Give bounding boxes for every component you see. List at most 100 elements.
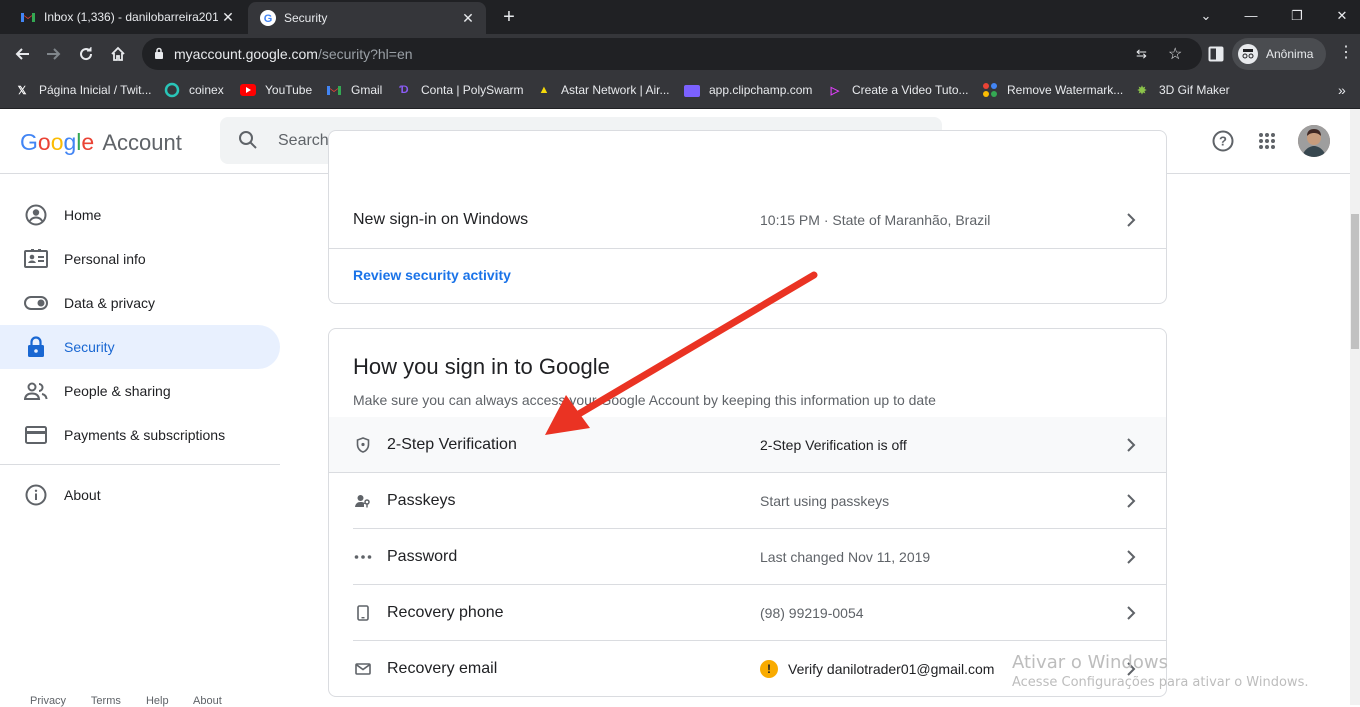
sidebar-item-about[interactable]: About: [0, 473, 280, 517]
bookmark-label: Página Inicial / Twit...: [39, 83, 152, 97]
card-title: How you sign in to Google: [353, 354, 610, 379]
chevron-right-icon: [1121, 491, 1141, 511]
translate-icon[interactable]: ⇆: [1136, 46, 1147, 62]
bookmark-gmail[interactable]: Gmail: [326, 74, 382, 106]
profile-label: Anônima: [1266, 47, 1314, 61]
row-label: Recovery phone: [387, 604, 504, 621]
watermark-subtitle: Acesse Configurações para ativar o Windo…: [1012, 675, 1309, 690]
sidebar-item-label: About: [64, 487, 101, 503]
row-recovery-phone[interactable]: Recovery phone (98) 99219-0054: [329, 585, 1166, 641]
search-icon[interactable]: [238, 130, 258, 155]
activity-label: New sign-in on Windows: [353, 211, 529, 228]
page-scrollbar[interactable]: [1350, 109, 1360, 705]
x-icon: 𝕏: [17, 84, 27, 97]
back-arrow-icon[interactable]: [10, 42, 34, 66]
tab-gmail-inbox[interactable]: Inbox (1,336) - danilobarreira201 ✕: [0, 0, 246, 34]
url-host: myaccount.google.com: [174, 46, 318, 62]
recent-security-activity-card: New sign-in on Windows 10:15 PM · State …: [328, 130, 1167, 304]
minimize-icon[interactable]: —: [1241, 6, 1261, 26]
sidebar-item-personal-info[interactable]: Personal info: [0, 237, 280, 281]
bookmark-remove-watermark[interactable]: Remove Watermark...: [982, 74, 1123, 106]
footer-about-link[interactable]: About: [193, 695, 222, 707]
sidebar-item-label: Home: [64, 207, 102, 223]
bookmark-3d-gif-maker[interactable]: ✸ 3D Gif Maker: [1134, 74, 1229, 106]
sidebar-item-security[interactable]: Security: [0, 325, 280, 369]
avatar[interactable]: [1298, 125, 1330, 157]
reload-icon[interactable]: [74, 42, 98, 66]
close-window-icon[interactable]: ✕: [1332, 6, 1352, 26]
tab-search-chevron-icon[interactable]: ⌄: [1196, 6, 1216, 26]
row-passkeys[interactable]: Passkeys Start using passkeys: [329, 473, 1166, 529]
info-icon: [24, 483, 48, 507]
bookmark-label: app.clipchamp.com: [709, 83, 813, 97]
bookmark-astar[interactable]: ▲ Astar Network | Air...: [536, 74, 670, 106]
row-password[interactable]: Password Last changed Nov 11, 2019: [329, 529, 1166, 585]
account-circle-icon: [24, 203, 48, 227]
sidebar-item-label: People & sharing: [64, 383, 171, 399]
chevron-right-icon: [1121, 603, 1141, 623]
shield-icon: [353, 435, 373, 455]
activity-row-new-signin[interactable]: New sign-in on Windows 10:15 PM · State …: [329, 191, 1166, 249]
bookmark-label: Remove Watermark...: [1007, 83, 1124, 97]
sidebar-item-people-sharing[interactable]: People & sharing: [0, 369, 280, 413]
bookmark-clipchamp[interactable]: app.clipchamp.com: [684, 74, 812, 106]
sidebar-item-label: Security: [64, 339, 115, 355]
bookmarks-bar: 𝕏 Página Inicial / Twit... coinex YouTub…: [0, 74, 1360, 109]
toggle-icon: [24, 291, 48, 315]
sidebar-item-label: Personal info: [64, 251, 146, 267]
dots-icon: [982, 82, 998, 98]
bookmark-video-tutorial[interactable]: ▷ Create a Video Tuto...: [827, 74, 969, 106]
apps-grid-icon[interactable]: [1258, 132, 1276, 155]
bookmark-label: YouTube: [265, 83, 313, 97]
scrollbar-thumb[interactable]: [1351, 214, 1359, 349]
kebab-menu-icon[interactable]: ⋮: [1338, 42, 1354, 62]
bookmark-coinex[interactable]: coinex: [164, 74, 224, 106]
tab-close-icon[interactable]: ✕: [458, 10, 478, 27]
row-2-step-verification[interactable]: 2-Step Verification 2-Step Verification …: [329, 417, 1166, 473]
restore-icon[interactable]: ❐: [1287, 6, 1307, 26]
footer-help-link[interactable]: Help: [146, 695, 169, 707]
sidebar-item-data-privacy[interactable]: Data & privacy: [0, 281, 280, 325]
bookmark-label: Create a Video Tuto...: [852, 83, 969, 97]
windows-activation-watermark: Ativar o Windows Acesse Configurações pa…: [1012, 652, 1308, 690]
youtube-icon: [240, 82, 256, 98]
chevron-right-icon: [1121, 547, 1141, 567]
bookmark-polyswarm[interactable]: Ɗ Conta | PolySwarm: [396, 74, 523, 106]
bookmark-twitter[interactable]: 𝕏 Página Inicial / Twit...: [14, 74, 152, 106]
row-label: Recovery email: [387, 660, 498, 677]
bookmark-youtube[interactable]: YouTube: [240, 74, 312, 106]
tab-close-icon[interactable]: ✕: [218, 9, 238, 26]
row-value: Last changed Nov 11, 2019: [760, 549, 931, 565]
new-tab-plus-icon[interactable]: +: [498, 6, 520, 28]
row-value-with-warning: ! Verify danilotrader01@gmail.com: [760, 660, 994, 678]
sidebar-item-home[interactable]: Home: [0, 193, 280, 237]
address-bar[interactable]: myaccount.google.com/security?hl=en ⇆ ☆: [142, 38, 1202, 70]
row-divider: [329, 248, 1166, 249]
bookmark-star-icon[interactable]: ☆: [1168, 44, 1182, 64]
incognito-profile-button[interactable]: Anônima: [1232, 38, 1326, 70]
footer-terms-link[interactable]: Terms: [91, 695, 121, 707]
people-icon: [24, 379, 48, 403]
forward-arrow-icon[interactable]: [42, 42, 66, 66]
help-icon[interactable]: ?: [1212, 130, 1234, 157]
lock-icon[interactable]: [154, 47, 164, 65]
how-you-sign-in-card: How you sign in to Google Make sure you …: [328, 328, 1167, 697]
tab-security[interactable]: G Security ✕: [248, 2, 486, 34]
account-wordmark: Account: [102, 130, 182, 155]
activity-value: 10:15 PM · State of Maranhão, Brazil: [760, 212, 991, 228]
sidebar-item-payments[interactable]: Payments & subscriptions: [0, 413, 280, 457]
side-panel-icon[interactable]: [1208, 46, 1224, 67]
footer-privacy-link[interactable]: Privacy: [30, 695, 66, 707]
home-icon[interactable]: [106, 42, 130, 66]
video-icon: ▷: [830, 84, 840, 97]
sidebar-item-label: Payments & subscriptions: [64, 427, 226, 443]
google-wordmark: Google: [20, 129, 95, 155]
tab-title: Inbox (1,336) - danilobarreira201: [44, 10, 218, 24]
credit-card-icon: [24, 423, 48, 447]
person-key-icon: [353, 491, 373, 511]
watermark-title: Ativar o Windows: [1012, 652, 1168, 673]
more-bookmarks-chevron-icon[interactable]: »: [1338, 74, 1346, 106]
bookmark-label: coinex: [189, 83, 224, 97]
google-account-logo[interactable]: Google Account: [20, 129, 182, 156]
review-security-activity-link[interactable]: Review security activity: [353, 267, 511, 283]
